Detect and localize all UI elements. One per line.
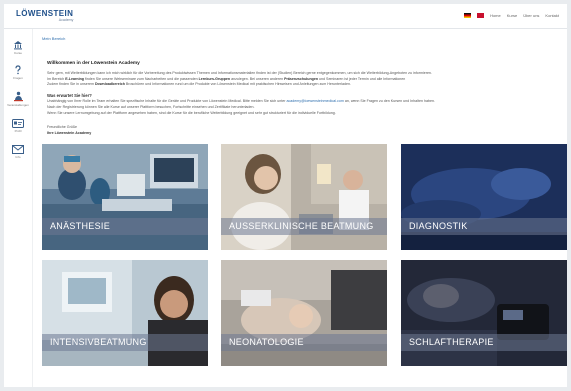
top-header: LÖWENSTEIN Academy Home Kurse Über uns K… (4, 4, 567, 29)
top-nav: Home Kurse Über uns Kontakt (464, 13, 559, 18)
tile-anaesthesia[interactable]: Anästhesie (42, 144, 208, 250)
sidebar-item-label: Profil (14, 129, 22, 133)
mail-icon (12, 145, 24, 154)
presence-training-highlight: Präsenzschulungen (284, 77, 319, 81)
flag-gb-icon[interactable] (477, 13, 485, 18)
email-link[interactable]: academy@loewensteinmedical.com (286, 99, 343, 103)
breadcrumb[interactable]: Mein Bereich (42, 36, 65, 41)
text-fragment: finden Sie unsere Webseminare zum Nachar… (84, 77, 198, 81)
welcome-heading: Willkommen in der Löwenstein Academy (47, 61, 140, 66)
why-paragraph-1: Unabhängig von Ihrer Rolle im Team erhal… (47, 99, 567, 104)
tile-intensive-ventilation[interactable]: Intensivbeatmung (42, 260, 208, 366)
tile-label: Anästhesie (42, 218, 208, 235)
text-fragment: und Seminaren ist jeder Termin und alle … (319, 77, 406, 81)
tile-label: Außerklinische Beatmung (221, 218, 387, 235)
sidebar-item-profile[interactable]: Profil (4, 119, 32, 133)
person-icon (13, 91, 23, 102)
tile-label: Intensivbeatmung (42, 334, 208, 351)
tile-label: Diagnostik (401, 218, 567, 235)
nav-link-about[interactable]: Über uns (523, 13, 539, 18)
sidebar-item-courses[interactable]: Kurse (4, 40, 32, 55)
sidebar-item-info[interactable]: Info (4, 145, 32, 159)
tile-diagnostics[interactable]: Diagnostik (401, 144, 567, 250)
why-paragraph-2: Nach der Registrierung können Sie alle K… (47, 105, 255, 109)
welcome-paragraph-3: Zudem finden Sie in unserem Downloadbere… (47, 82, 567, 87)
flag-de-icon[interactable] (464, 13, 472, 18)
tile-sleep-therapy[interactable]: Schlaftherapie (401, 260, 567, 366)
tile-neonatology[interactable]: Neonatologie (221, 260, 387, 366)
sidebar-item-label: Info (15, 155, 21, 159)
sidebar-item-label: Veranstaltungen (7, 103, 29, 107)
why-paragraph-3: Wenn Sie unsere Lernumgebung auf der Pla… (47, 111, 336, 115)
sidebar: Kurse Fragen Veranstaltungen Profil Info (4, 29, 33, 387)
text-fragment: an, wenn Sie Fragen zu den Kursen und In… (344, 99, 435, 103)
text-fragment: anzulegen. Bei unseren anderen (231, 77, 284, 81)
nav-link-courses[interactable]: Kurse (507, 13, 517, 18)
signoff-team: Ihre Löwenstein Academy (47, 131, 92, 135)
logo-subtitle: Academy (58, 18, 74, 22)
bank-icon (14, 41, 22, 50)
card-icon (12, 119, 24, 128)
nav-link-home[interactable]: Home (490, 13, 501, 18)
sidebar-item-events[interactable]: Veranstaltungen (4, 91, 32, 107)
elearning-highlight: E-Learning (65, 77, 84, 81)
logo-text: LÖWENSTEIN (16, 9, 74, 18)
sidebar-item-label: Fragen (13, 76, 23, 80)
sidebar-item-questions[interactable]: Fragen (4, 65, 32, 80)
text-fragment: Im Bereich (47, 77, 65, 81)
welcome-paragraph-1: Sehr gern, mit Weiterbildungen kann ich … (47, 71, 432, 75)
tile-label: Neonatologie (221, 334, 387, 351)
why-heading: Was erwartet Sie hier? (47, 93, 92, 98)
nav-link-contact[interactable]: Kontakt (545, 13, 559, 18)
tile-home-ventilation[interactable]: Außerklinische Beatmung (221, 144, 387, 250)
tile-label: Schlaftherapie (401, 334, 567, 351)
sidebar-item-label: Kurse (14, 51, 22, 55)
page: LÖWENSTEIN Academy Home Kurse Über uns K… (4, 4, 567, 387)
question-icon (15, 65, 21, 75)
text-fragment: Broschüren und Informationen rund um die… (125, 82, 352, 86)
logo[interactable]: LÖWENSTEIN Academy (16, 10, 73, 23)
signoff-greeting: Freundliche Grüße (47, 125, 77, 129)
learning-groups-highlight: Lernkurs-Gruppen (198, 77, 231, 81)
text-fragment: Unabhängig von Ihrer Rolle im Team erhal… (47, 99, 286, 103)
download-area-highlight: Downloadbereich (94, 82, 125, 86)
text-fragment: Zudem finden Sie in unserem (47, 82, 94, 86)
